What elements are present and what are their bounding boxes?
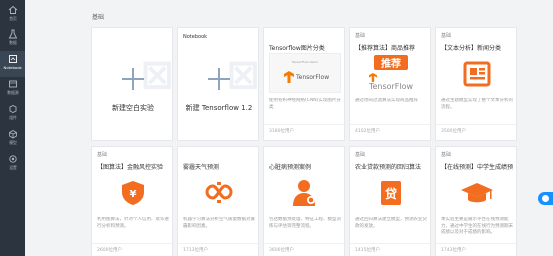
divider bbox=[436, 124, 516, 125]
section-label: 基础 bbox=[92, 14, 105, 21]
nav-component[interactable]: 组件 bbox=[0, 101, 25, 127]
plus-icon bbox=[122, 68, 144, 90]
divider bbox=[350, 124, 430, 125]
card-user-count: 4102位用户 bbox=[355, 129, 380, 134]
card-tag: 基础 bbox=[441, 33, 452, 39]
divider bbox=[178, 243, 258, 244]
sidebar: 首页 数据 Notebook 数据源 组件 模型 设置 bbox=[0, 0, 25, 256]
news-classification-card[interactable]: 基础 【文本分析】新闻分类 通过主题模型实现了整个文本分析的流程。 3500位用… bbox=[435, 27, 517, 141]
divider bbox=[350, 243, 430, 244]
card-tag: 基础 bbox=[355, 33, 366, 39]
nav-model[interactable]: 模型 bbox=[0, 126, 25, 152]
card-title: 【图算法】金融风控实验 bbox=[97, 164, 164, 171]
card-description: 通过回归算法建立模型，预测农业贷款的发放。 bbox=[355, 217, 427, 229]
infinity-icon bbox=[199, 176, 239, 210]
thumbnail-caption: TensorFlow demo bbox=[291, 60, 318, 64]
grade-prediction-card[interactable]: 基础 【在线预测】中学生成绩预 本实验主要是展示平台在线预测能力，通过中学生的在… bbox=[435, 146, 517, 256]
settings-icon bbox=[8, 155, 17, 163]
card-user-count: 3606位用户 bbox=[269, 248, 294, 253]
recommend-badge: 推荐 bbox=[374, 55, 408, 70]
card-description: 通过主题模型实现了整个文本分析的流程。 bbox=[441, 98, 513, 110]
card-title: 【文本分析】新闻分类 bbox=[441, 45, 502, 52]
notebook-icon bbox=[8, 55, 17, 63]
card-description: 本实验主要是展示平台在线预测能力，通过中学生的在线行为预测期末成绩以及对于成绩的… bbox=[441, 217, 513, 235]
card-user-count: 1415位用户 bbox=[355, 248, 380, 253]
card-tag: 基础 bbox=[355, 152, 366, 158]
card-user-count: 1713位用户 bbox=[183, 248, 208, 253]
card-title: Tensorflow图片分类 bbox=[269, 45, 325, 52]
card-title: 【推荐算法】商品推荐 bbox=[355, 45, 416, 52]
card-title: 雾霾天气预测 bbox=[183, 164, 220, 171]
divider bbox=[264, 124, 344, 125]
new-blank-experiment-card[interactable]: ⊠ 新建空白实验 bbox=[91, 27, 173, 141]
tensorflow-image-classification-card[interactable]: Tensorflow图片分类 TensorFlow demo TensorFlo… bbox=[263, 27, 345, 141]
card-title: 【在线预测】中学生成绩预 bbox=[441, 164, 514, 171]
tensorflow-logo-icon: TensorFlow bbox=[368, 73, 414, 91]
nav-datasource-label: 数据源 bbox=[6, 90, 19, 95]
nav-datasource[interactable]: 数据源 bbox=[0, 76, 25, 102]
card-description: 使用卷积神经网络(CNN)实现图片分类 bbox=[269, 98, 341, 110]
database-icon bbox=[8, 80, 17, 88]
divider bbox=[436, 243, 516, 244]
tensorflow-wordmark: TensorFlow bbox=[368, 82, 414, 91]
experiment-icon bbox=[8, 29, 17, 39]
card-description: 机器学习算法分析空气质量数据对雾霾影响因素。 bbox=[183, 217, 255, 229]
card-top-label: Notebook bbox=[183, 34, 208, 40]
nav-model-label: 模型 bbox=[8, 140, 17, 145]
divider bbox=[264, 243, 344, 244]
nav-notebook-label: Notebook bbox=[3, 65, 22, 70]
agri-loan-card[interactable]: 基础 农业贷款预测的回归算法 贷 通过回归算法建立模型，预测农业贷款的发放。 1… bbox=[349, 146, 431, 256]
tensorflow-thumbnail: TensorFlow demo TensorFlow bbox=[269, 53, 341, 93]
card-user-count: 3500位用户 bbox=[441, 129, 466, 134]
floating-toggle-button[interactable] bbox=[538, 192, 553, 205]
card-description: 包括数据预处理、特征工程、模型训练与评估等完整流程。 bbox=[269, 217, 341, 229]
card-title: 农业贷款预测的回归算法 bbox=[355, 164, 422, 171]
main-content: 基础 ⊠ 新建空白实验 Notebook ⊠ 新建 Tensorflow 1.2… bbox=[25, 0, 553, 256]
recommend-icon: 推荐 TensorFlow bbox=[368, 55, 414, 91]
financial-risk-card[interactable]: 基础 【图算法】金融风控实验 ¥ 利用图算法，针对个人信用、欺诈进行分析和预测。… bbox=[91, 146, 173, 256]
home-icon bbox=[8, 5, 17, 14]
card-label: 新建空白实验 bbox=[112, 104, 154, 112]
nav-component-label: 组件 bbox=[8, 115, 17, 120]
card-user-count: 3180位用户 bbox=[269, 129, 294, 134]
nav-settings[interactable]: 设置 bbox=[0, 151, 25, 177]
plus-icon bbox=[208, 68, 230, 90]
smog-prediction-card[interactable]: 雾霾天气预测 机器学习算法分析空气质量数据对雾霾影响因素。 1713位用户 bbox=[177, 146, 259, 256]
card-description: 通过协同过滤算法实现商品推荐 bbox=[355, 98, 418, 103]
doctor-icon bbox=[285, 176, 325, 210]
nav-settings-label: 设置 bbox=[8, 165, 17, 170]
card-title: 心脏病预测案例 bbox=[269, 164, 312, 171]
nav-home[interactable]: 首页 bbox=[0, 2, 25, 28]
divider bbox=[92, 243, 172, 244]
nav-experiment[interactable]: 数据 bbox=[0, 26, 25, 52]
card-description: 利用图算法，针对个人信用、欺诈进行分析和预测。 bbox=[97, 217, 169, 229]
loan-icon: 贷 bbox=[371, 176, 411, 210]
component-icon bbox=[9, 104, 16, 114]
nav-experiment-label: 数据 bbox=[8, 40, 17, 45]
card-tag: 基础 bbox=[441, 152, 452, 158]
card-background-decoration: ⊠ bbox=[226, 52, 259, 98]
new-tensorflow-notebook-card[interactable]: Notebook ⊠ 新建 Tensorflow 1.2 bbox=[177, 27, 259, 141]
card-tag: 基础 bbox=[97, 152, 108, 158]
shield-icon: ¥ bbox=[113, 176, 153, 210]
svg-text:¥: ¥ bbox=[130, 189, 137, 200]
model-icon bbox=[8, 130, 17, 139]
news-icon bbox=[457, 57, 497, 91]
heart-disease-card[interactable]: 心脏病预测案例 包括数据预处理、特征工程、模型训练与评估等完整流程。 3606位… bbox=[263, 146, 345, 256]
card-user-count: 2600位用户 bbox=[97, 248, 122, 253]
tensorflow-logo-icon bbox=[284, 71, 294, 83]
thumbnail-word: TensorFlow bbox=[296, 74, 330, 81]
card-user-count: 1743位用户 bbox=[441, 248, 466, 253]
svg-text:贷: 贷 bbox=[385, 186, 397, 201]
card-background-decoration: ⊠ bbox=[140, 52, 173, 98]
recommendation-card[interactable]: 基础 【推荐算法】商品推荐 推荐 TensorFlow 通过协同过滤算法实现商品… bbox=[349, 27, 431, 141]
nav-notebook[interactable]: Notebook bbox=[0, 51, 25, 77]
card-label: 新建 Tensorflow 1.2 bbox=[185, 104, 253, 112]
nav-home-label: 首页 bbox=[8, 16, 17, 21]
graduation-cap-icon bbox=[457, 176, 497, 210]
